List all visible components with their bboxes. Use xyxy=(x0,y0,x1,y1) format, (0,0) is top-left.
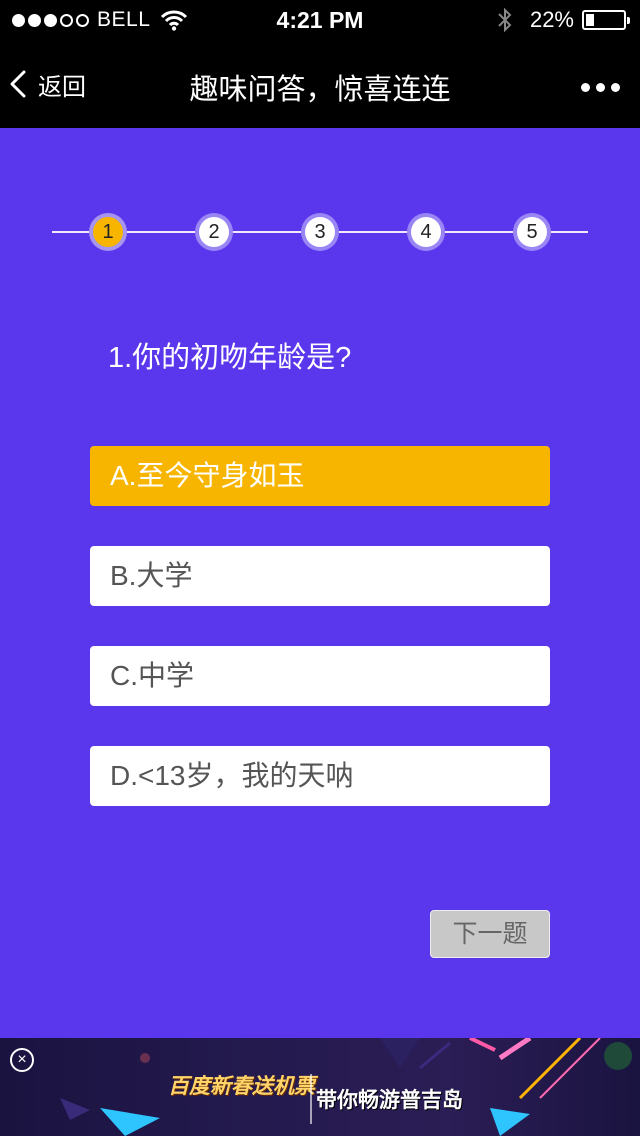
next-question-button[interactable]: 下一题 xyxy=(430,910,550,958)
battery-icon xyxy=(582,10,630,30)
more-dot-icon xyxy=(595,82,605,92)
screen: BELL 4:21 PM 22% 返回 趣味问答，惊喜连连 1 2 3 4 5 … xyxy=(0,0,640,1136)
chevron-left-icon xyxy=(10,70,26,98)
more-options-button[interactable] xyxy=(576,76,624,98)
step-2: 2 xyxy=(199,217,229,247)
back-label: 返回 xyxy=(38,73,86,101)
bluetooth-icon xyxy=(498,7,512,33)
back-button[interactable]: 返回 xyxy=(8,66,86,102)
nav-bar: 返回 趣味问答，惊喜连连 xyxy=(0,40,640,128)
option-d[interactable]: D.<13岁，我的天呐 xyxy=(90,746,550,806)
status-right: 22% xyxy=(496,7,630,33)
more-dot-icon xyxy=(610,82,620,92)
ad-subline: 带你畅游普吉岛 xyxy=(316,1089,463,1112)
ad-headline: 百度新春送机票 xyxy=(168,1075,315,1098)
battery-fill xyxy=(586,14,594,26)
more-dot-icon xyxy=(580,82,590,92)
battery-percent: 22% xyxy=(529,7,574,32)
step-4: 4 xyxy=(411,217,441,247)
page-title: 趣味问答，惊喜连连 xyxy=(189,74,451,106)
progress-stepper: 1 2 3 4 5 xyxy=(52,214,588,250)
option-a[interactable]: A.至今守身如玉 xyxy=(90,446,550,506)
question-text: 1.你的初吻年龄是? xyxy=(108,342,352,374)
option-c[interactable]: C.中学 xyxy=(90,646,550,706)
step-3: 3 xyxy=(305,217,335,247)
step-1: 1 xyxy=(93,217,123,247)
status-bar: BELL 4:21 PM 22% xyxy=(0,0,640,40)
ad-banner[interactable]: × 百度新春送机票 带你畅游普吉岛 xyxy=(0,1038,640,1136)
step-5: 5 xyxy=(517,217,547,247)
close-icon[interactable]: × xyxy=(10,1048,34,1072)
ad-divider xyxy=(310,1074,312,1124)
option-b[interactable]: B.大学 xyxy=(90,546,550,606)
